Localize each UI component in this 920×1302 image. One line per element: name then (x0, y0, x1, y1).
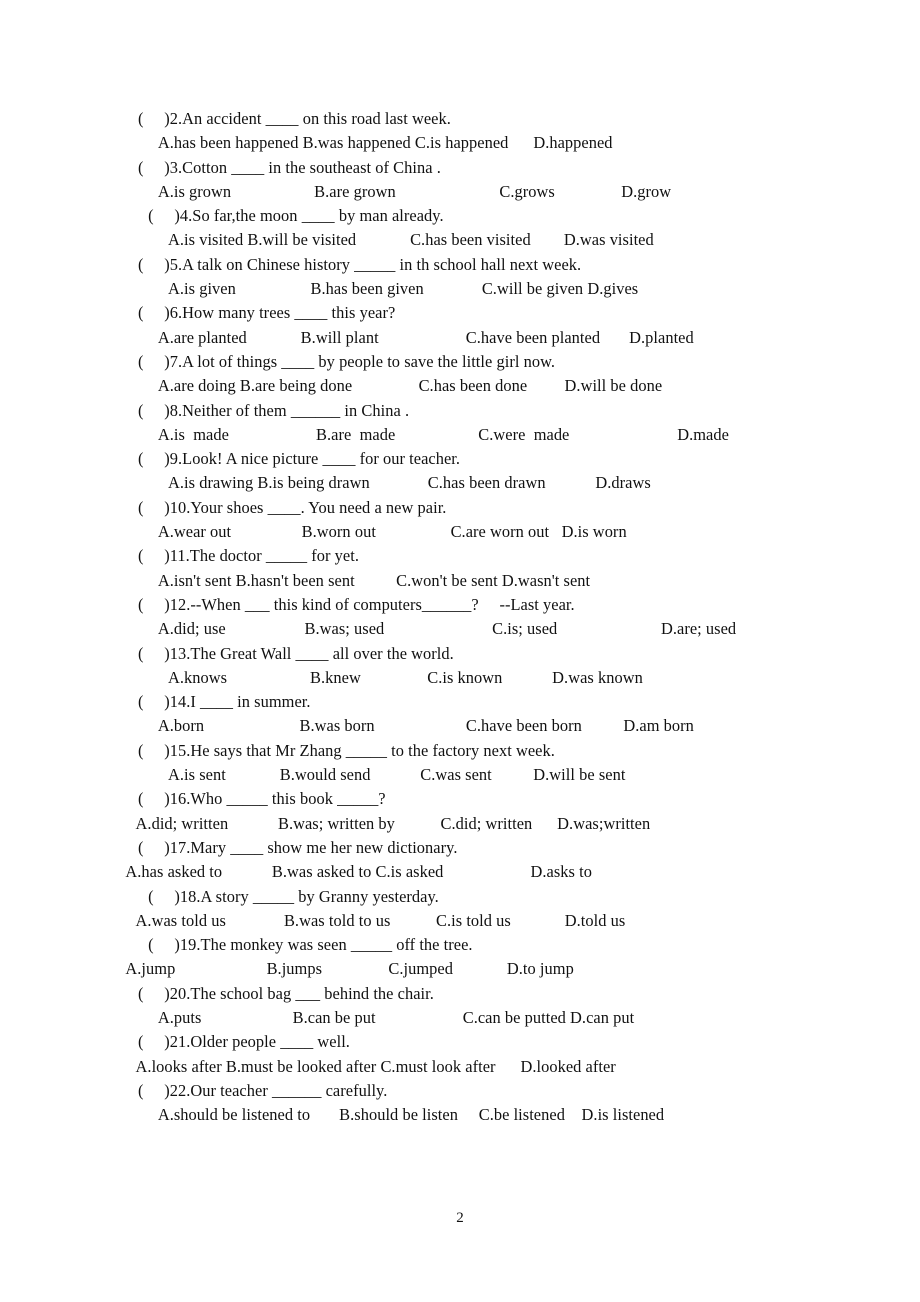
question-options: A.is drawing B.is being drawn C.has been… (144, 473, 651, 493)
question-options: A.isn't sent B.hasn't been sent C.won't … (138, 570, 591, 590)
question-options: A.puts B.can be put C.can be putted D.ca… (138, 1007, 635, 1027)
question-options: A.did; written B.was; written by C.did; … (124, 813, 651, 833)
question-options: A.is sent B.would send C.was sent D.will… (144, 765, 626, 785)
question-stem: ( )10.Your shoes ____. You need a new pa… (138, 497, 447, 517)
question-options: A.jump B.jumps C.jumped D.to jump (118, 959, 574, 979)
question-options: A.is visited B.will be visited C.has bee… (144, 230, 654, 250)
question-stem: ( )2.An accident ____ on this road last … (138, 109, 451, 128)
question-stem: ( )17.Mary ____ show me her new dictiona… (138, 837, 458, 857)
question-options: A.knows B.knew C.is known D.was known (144, 667, 643, 687)
question-options: A.did; use B.was; used C.is; used D.are;… (138, 619, 737, 639)
question-stem: ( )20.The school bag ___ behind the chai… (138, 983, 434, 1003)
question-stem: ( )21.Older people ____ well. (138, 1032, 350, 1052)
question-options: A.should be listened to B.should be list… (138, 1105, 665, 1125)
question-stem: ( )19.The monkey was seen _____ off the … (144, 935, 473, 955)
question-options: A.has been happened B.was happened C.is … (138, 133, 613, 153)
question-options: A.are planted B.will plant C.have been p… (138, 327, 694, 347)
question-options: A.born B.was born C.have been born D.am … (138, 716, 694, 736)
page-number: 2 (456, 1210, 464, 1226)
question-options: A.is grown B.are grown C.grows D.grow (138, 181, 672, 201)
question-stem: ( )14.I ____ in summer. (138, 692, 311, 712)
question-options: A.has asked to B.was asked to C.is asked… (118, 862, 592, 882)
question-stem: ( )4.So far,the moon ____ by man already… (144, 206, 444, 226)
question-stem: ( )8.Neither of them ______ in China . (138, 400, 410, 420)
question-stem: ( )22.Our teacher ______ carefully. (138, 1080, 388, 1100)
question-options: A.is made B.are made C.were made D.made (138, 424, 729, 444)
question-stem: ( )6.How many trees ____ this year? (138, 303, 396, 323)
question-stem: ( )18.A story _____ by Granny yesterday. (144, 886, 439, 906)
question-stem: ( )16.Who _____ this book _____? (138, 789, 386, 809)
question-options: A.is given B.has been given C.will be gi… (144, 279, 639, 299)
question-options: A.was told us B.was told to us C.is told… (124, 910, 626, 930)
question-options: A.wear out B.worn out C.are worn out D.i… (138, 522, 627, 542)
question-stem: ( )5.A talk on Chinese history _____ in … (138, 254, 582, 274)
question-stem: ( )7.A lot of things ____ by people to s… (138, 351, 556, 371)
question-stem: ( )3.Cotton ____ in the southeast of Chi… (138, 157, 441, 177)
question-stem: ( )11.The doctor _____ for yet. (138, 546, 359, 566)
question-stem: ( )13.The Great Wall ____ all over the w… (138, 643, 454, 663)
document-page: ( )2.An accident ____ on this road last … (0, 0, 920, 1302)
question-stem: ( )9.Look! A nice picture ____ for our t… (138, 449, 461, 469)
question-options: A.looks after B.must be looked after C.m… (124, 1056, 616, 1076)
question-list: ( )2.An accident ____ on this road last … (0, 107, 920, 1127)
question-stem: ( )15.He says that Mr Zhang _____ to the… (138, 740, 555, 760)
question-options: A.are doing B.are being done C.has been … (138, 376, 663, 396)
question-stem: ( )12.--When ___ this kind of computers_… (138, 594, 575, 614)
